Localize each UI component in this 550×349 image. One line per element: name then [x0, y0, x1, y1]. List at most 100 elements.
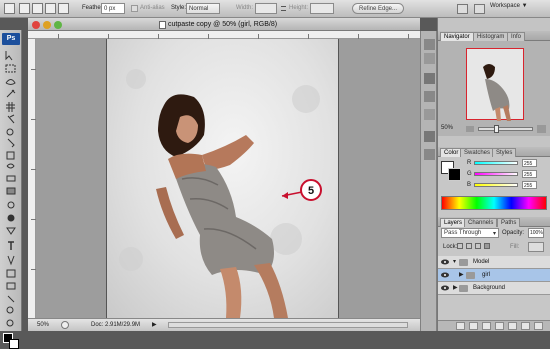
adjustment-layer-icon[interactable]: [495, 322, 504, 330]
swap-dimensions-icon[interactable]: [281, 6, 286, 11]
feather-input[interactable]: 0 px: [101, 3, 125, 14]
antialias-checkbox[interactable]: [131, 5, 138, 12]
layer-name[interactable]: girl: [482, 272, 490, 278]
clone-source-icon[interactable]: [424, 109, 435, 120]
type-icon: [8, 241, 14, 250]
expand-chevron-icon[interactable]: ▶: [453, 284, 458, 291]
layers-footer: [438, 320, 550, 331]
lock-position-icon[interactable]: [475, 243, 481, 249]
tab-color[interactable]: Color: [440, 148, 463, 157]
layer-name[interactable]: Model: [473, 259, 489, 265]
tools-presets-icon[interactable]: [424, 73, 435, 84]
new-group-icon[interactable]: [508, 322, 517, 330]
fill-label: Fill:: [510, 244, 520, 250]
zoom-readout[interactable]: 50%: [37, 322, 49, 328]
brushes-palette-icon[interactable]: [457, 4, 468, 14]
channel-g-slider[interactable]: [474, 172, 518, 176]
visibility-eye-icon[interactable]: [441, 259, 449, 265]
opacity-value[interactable]: 100%: [528, 228, 544, 238]
tab-channels[interactable]: Channels: [464, 218, 498, 227]
tab-swatches[interactable]: Swatches: [460, 148, 495, 157]
subtract-selection-icon[interactable]: [45, 3, 56, 14]
lock-all-icon[interactable]: [484, 243, 490, 249]
channel-b-value[interactable]: 255: [522, 181, 537, 189]
minimize-icon[interactable]: [43, 21, 51, 29]
fill-value[interactable]: [528, 242, 544, 252]
layer-row-girl[interactable]: ▶ girl: [438, 269, 550, 282]
channel-g-value[interactable]: 255: [522, 170, 537, 178]
lock-transparency-icon[interactable]: [457, 243, 463, 249]
tab-histogram[interactable]: Histogram: [473, 32, 509, 41]
navigator-panel: 50%: [438, 41, 550, 136]
zoom-out-icon[interactable]: [466, 126, 474, 132]
status-menu-icon[interactable]: ▶: [152, 321, 157, 328]
color-bg-swatch[interactable]: [448, 168, 461, 181]
zoom-window-icon[interactable]: [54, 21, 62, 29]
width-input[interactable]: [255, 3, 277, 14]
folder-icon: [459, 259, 468, 266]
add-mask-icon[interactable]: [482, 322, 491, 330]
channel-r-slider[interactable]: [474, 161, 518, 165]
intersect-selection-icon[interactable]: [58, 3, 69, 14]
actions-panel-icon[interactable]: [424, 53, 435, 64]
horizontal-ruler[interactable]: [28, 31, 420, 39]
navigator-zoom-slider[interactable]: [478, 127, 533, 131]
background-color[interactable]: [9, 339, 19, 349]
new-selection-icon[interactable]: [19, 3, 30, 14]
expand-chevron-icon[interactable]: ▶: [459, 271, 464, 278]
layer-style-icon[interactable]: [469, 322, 478, 330]
new-layer-icon[interactable]: [521, 322, 530, 330]
close-icon[interactable]: [32, 21, 40, 29]
canvas-area[interactable]: 5: [36, 39, 420, 318]
blend-mode-value: Pass Through: [444, 230, 482, 236]
color-panel: R 255 G 255 B 255: [438, 157, 550, 226]
magic-wand-icon: [6, 89, 16, 98]
refine-edge-button[interactable]: Refine Edge...: [352, 3, 404, 14]
brushes-panel-icon[interactable]: [424, 91, 435, 102]
horizontal-scrollbar[interactable]: [168, 322, 408, 328]
visibility-eye-icon[interactable]: [441, 272, 449, 278]
link-layers-icon[interactable]: [456, 322, 465, 330]
visibility-eye-icon[interactable]: [441, 285, 449, 291]
height-input[interactable]: [310, 3, 334, 14]
channel-r-value[interactable]: 255: [522, 159, 537, 167]
paragraph-panel-icon[interactable]: [424, 149, 435, 160]
guide-line-left[interactable]: [106, 39, 107, 318]
move-tool-icon: [5, 51, 13, 61]
layer-row-background[interactable]: ▶ Background: [438, 282, 550, 295]
marquee-tool-icon[interactable]: [4, 3, 15, 14]
leg-right: [254, 263, 288, 318]
workspace-label: Workspace: [490, 3, 520, 9]
layer-name[interactable]: Background: [473, 285, 505, 291]
zoom-in-icon[interactable]: [537, 125, 546, 133]
lock-label: Lock:: [443, 244, 458, 250]
lock-pixels-icon[interactable]: [466, 243, 472, 249]
expand-chevron-icon[interactable]: ▾: [453, 258, 456, 265]
tab-styles[interactable]: Styles: [492, 148, 517, 157]
document-canvas[interactable]: 5: [106, 39, 338, 318]
delete-layer-icon[interactable]: [534, 322, 543, 330]
tab-info[interactable]: Info: [507, 32, 526, 41]
navigator-tabs: Navigator Histogram Info: [438, 31, 550, 41]
tab-layers[interactable]: Layers: [440, 218, 467, 227]
healing-icon: [6, 128, 14, 136]
color-tabs: Color Swatches Styles: [438, 147, 550, 157]
tab-paths[interactable]: Paths: [497, 218, 521, 227]
history-panel-icon[interactable]: [424, 39, 435, 50]
add-selection-icon[interactable]: [32, 3, 43, 14]
navigator-view-box[interactable]: [466, 48, 524, 121]
character-panel-icon[interactable]: [424, 131, 435, 142]
guide-line-right[interactable]: [338, 39, 339, 318]
workspace-button[interactable]: Workspace ▼: [490, 3, 528, 9]
channel-b-slider[interactable]: [474, 183, 518, 187]
style-select[interactable]: Normal: [186, 3, 220, 14]
tab-navigator[interactable]: Navigator: [440, 32, 474, 41]
blend-mode-select[interactable]: Pass Through ▾: [441, 228, 499, 238]
zoom-slider-handle[interactable]: [494, 125, 499, 133]
color-spectrum-bar[interactable]: [441, 196, 547, 210]
navigator-zoom-value[interactable]: 50%: [441, 125, 453, 131]
status-globe-icon[interactable]: [61, 321, 69, 329]
vertical-ruler[interactable]: [28, 39, 36, 318]
layer-row-model[interactable]: ▾ Model: [438, 256, 550, 269]
docs-palette-icon[interactable]: [474, 4, 485, 14]
